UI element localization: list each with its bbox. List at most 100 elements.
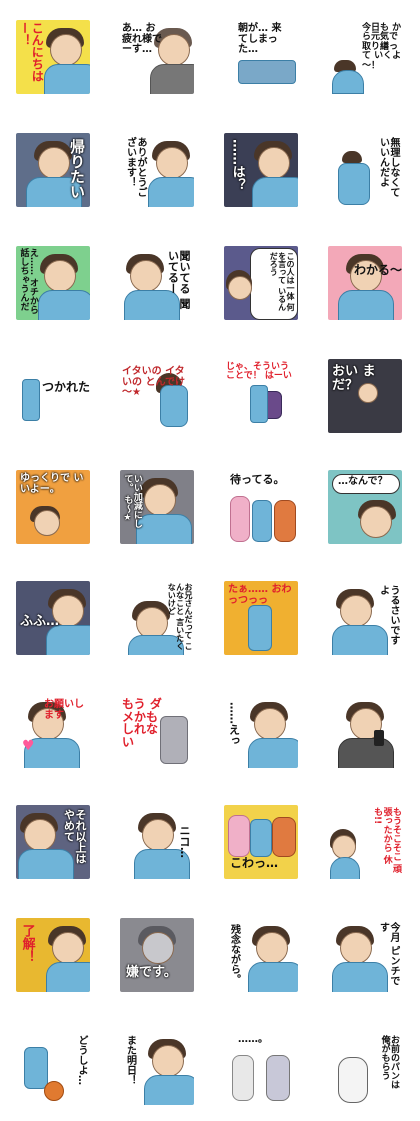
sticker-grid: こんにちはー！ あ… お疲れ様でーす… 朝が… 来てしまった… 今日も から元気… — [0, 0, 420, 1121]
sticker-34[interactable]: 嫌です。 — [120, 918, 194, 992]
character-face — [152, 1045, 184, 1077]
character-face — [142, 819, 174, 851]
character-face — [158, 34, 190, 66]
character-face — [156, 147, 188, 179]
sticker-15[interactable]: じゃ、そういうことで！ はーい — [224, 359, 298, 433]
sticker-4[interactable]: 今日も から元気で 取り繕って いくよ～！ — [328, 20, 402, 94]
character-shirt — [252, 177, 298, 207]
sticker-caption: どうしよ… — [76, 1035, 87, 1085]
sticker-caption: おい まだ？ — [332, 364, 376, 393]
character-shirt — [46, 625, 90, 655]
sticker-caption: 今月 ピンチです — [377, 922, 400, 986]
character-shirt — [248, 962, 298, 992]
character-face — [34, 510, 60, 536]
character-shirt — [44, 64, 90, 94]
sticker-11[interactable]: この人は一体 何を言って いるんだろう — [224, 246, 298, 320]
sticker-caption: また明日！ — [124, 1035, 136, 1085]
sticker-6[interactable]: ありがとうございます！ — [120, 133, 194, 207]
sticker-19[interactable]: 待ってる。 — [224, 470, 298, 544]
girl-figure — [232, 1055, 254, 1101]
sticker-caption: わかる～ — [354, 263, 402, 277]
sticker-31[interactable]: こわっ… — [224, 805, 298, 879]
character-face — [52, 932, 84, 964]
sticker-5[interactable]: 帰りたい — [16, 133, 90, 207]
character-body — [22, 379, 40, 421]
sticker-caption: ふふ… — [20, 614, 60, 629]
sticker-caption: 了解！ — [19, 924, 35, 963]
sticker-33[interactable]: 了解！ — [16, 918, 90, 992]
sticker-27[interactable]: ……えっ — [224, 694, 298, 768]
sticker-2[interactable]: あ… お疲れ様でーす… — [120, 20, 194, 94]
sticker-caption: お願いします — [44, 699, 84, 721]
character-shirt — [136, 514, 192, 544]
sticker-9[interactable]: え…… オチから話しちゃうんだ — [16, 246, 90, 320]
sticker-22[interactable]: お兄さんだって こんなこと 言いたくないけど — [120, 581, 194, 655]
sticker-caption: お前のパンは 俺がもらう — [379, 1035, 399, 1089]
sticker-28[interactable] — [328, 694, 402, 768]
character-face — [256, 932, 288, 964]
sticker-caption: ありがとうございます！ — [124, 137, 147, 197]
sticker-29[interactable]: それ以上は やめて — [16, 805, 90, 879]
sticker-caption: え…… オチから話しちゃうんだ — [18, 248, 38, 315]
sticker-38[interactable]: また明日！ — [120, 1031, 194, 1105]
sticker-40[interactable]: お前のパンは 俺がもらう — [328, 1031, 402, 1105]
sticker-16[interactable]: おい まだ？ — [328, 359, 402, 433]
mascot-figure — [338, 1057, 368, 1103]
sticker-caption: ……えっ — [227, 702, 241, 746]
sticker-caption: もうそこそこ 頑張ったから 休も!! — [372, 807, 401, 874]
character-face — [254, 708, 286, 740]
character-shirt — [148, 177, 194, 207]
sticker-36[interactable]: 今月 ピンチです — [328, 918, 402, 992]
character-shirt — [338, 163, 370, 205]
phone-icon — [374, 730, 384, 746]
sticker-32[interactable]: もうそこそこ 頑張ったから 休も!! — [328, 805, 402, 879]
sticker-20[interactable]: …なんで？ — [328, 470, 402, 544]
bunny-plush — [228, 815, 250, 857]
character-face — [258, 147, 290, 179]
sticker-10[interactable]: 聞いてる 聞いてるー — [120, 246, 194, 320]
sticker-8[interactable]: 無理しなくて いいんだよ — [328, 133, 402, 207]
sticker-26[interactable]: もう ダメかも しれない — [120, 694, 194, 768]
character-shirt — [266, 1055, 290, 1101]
sticker-caption: ……。 — [238, 1034, 268, 1045]
ball-icon — [44, 1081, 64, 1101]
sticker-12[interactable]: わかる～ — [328, 246, 402, 320]
character-hair — [342, 151, 362, 163]
sticker-37[interactable]: どうしよ… — [16, 1031, 90, 1105]
sticker-caption: 今日も から元気で 取り繕って いくよ～！ — [362, 23, 402, 71]
character-face — [340, 595, 372, 627]
character-shirt — [338, 738, 394, 768]
sticker-3[interactable]: 朝が… 来てしまった… — [224, 20, 298, 94]
sticker-caption: 待ってる。 — [230, 473, 285, 486]
character-body — [238, 60, 296, 84]
character-shirt — [38, 290, 90, 320]
sticker-14[interactable]: イタいの イタいの とんでけ～★ — [120, 359, 194, 433]
character-shirt — [24, 1047, 48, 1089]
character-face — [144, 484, 176, 516]
character-shirt — [150, 64, 194, 94]
sticker-23[interactable]: たぁ…… おわっつっっ — [224, 581, 298, 655]
sticker-13[interactable]: つかれた — [16, 359, 90, 433]
sticker-7[interactable]: ……は？ — [224, 133, 298, 207]
sticker-caption: ゆっくりで いいよー。 — [20, 473, 84, 495]
sticker-caption: 嫌です。 — [126, 965, 177, 980]
sticker-17[interactable]: ゆっくりで いいよー。 — [16, 470, 90, 544]
character-face — [332, 835, 356, 859]
sticker-30[interactable]: ニコ… — [120, 805, 194, 879]
sticker-caption: ……は？ — [229, 139, 245, 191]
sticker-39[interactable]: ……。 — [224, 1031, 298, 1105]
sticker-caption: たぁ…… おわっつっっ — [228, 584, 292, 606]
sticker-35[interactable]: 残念ながら。 — [224, 918, 298, 992]
sticker-caption: もう ダメかも しれない — [122, 697, 162, 749]
sticker-caption: 聞いてる 聞いてるー — [166, 250, 191, 309]
character-shirt — [330, 857, 360, 879]
heart-icon: ♥ — [22, 738, 35, 754]
character-shirt — [338, 290, 394, 320]
sticker-1[interactable]: こんにちはー！ — [16, 20, 90, 94]
sticker-24[interactable]: うるさいですよ — [328, 581, 402, 655]
sticker-caption: お兄さんだって こんなこと 言いたくないけど — [167, 583, 193, 650]
sticker-caption: 帰りたい — [68, 139, 86, 199]
sticker-25[interactable]: ♥ お願いします — [16, 694, 90, 768]
sticker-21[interactable]: ふふ… — [16, 581, 90, 655]
sticker-18[interactable]: いい加減にして。 も～★ — [120, 470, 194, 544]
